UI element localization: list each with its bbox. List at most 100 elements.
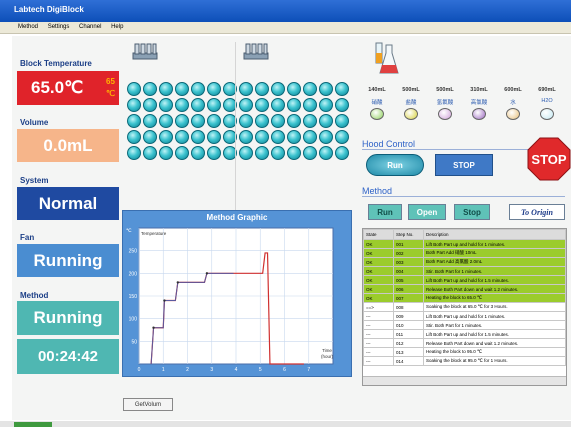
step-table-container[interactable]: State Step No. Description OK 001 Lift Bot… [362,228,567,386]
sample-grid-left [127,82,238,162]
step-state: --- [363,320,394,330]
step-number: 013 [393,347,424,357]
reagent-indicator[interactable] [404,108,418,120]
hood-run-button[interactable]: Run [366,154,424,176]
method-stop-button[interactable]: Stop [454,204,490,220]
table-row[interactable]: OK 001 Lift Both Part up and hold for 1 mi… [363,239,566,249]
step-number: 001 [393,239,424,249]
horizontal-scrollbar[interactable] [363,376,566,385]
sample-well [207,130,221,144]
step-state: OK [363,257,394,267]
to-origin-button[interactable]: To Origin [509,204,565,220]
emergency-stop-button[interactable]: STOP [527,137,571,181]
reagent-indicator[interactable] [506,108,520,120]
sample-well [271,114,285,128]
step-description: Stir. Both Part for 1 minutes. [423,266,566,276]
reagent-volume: 600mL [504,87,522,93]
get-volume-button[interactable]: GetVolum [123,398,173,411]
menu-bar: Method Settings Channel Help [0,22,571,34]
sample-well [287,82,301,96]
x-tick-label: 3 [210,367,213,373]
table-row[interactable]: --- 010 Stir. Both Part for 1 minutes. [363,320,566,330]
reagent-indicator[interactable] [472,108,486,120]
stop-sign-text: STOP [531,152,566,167]
method-chart: 0 1 2 3 4 5 6 7 50 100 150 200 250 Temperature ℃ Time(h… [126,227,334,373]
column-header-step: Step No. [393,229,424,240]
sample-well [207,146,221,160]
method-label: Method [20,291,49,300]
method-section-label: Method [362,186,393,196]
sample-well [255,98,269,112]
step-description: Soaking the block at 95.0 ℃ for 1 Hours. [423,356,566,366]
menu-settings[interactable]: Settings [48,24,70,30]
step-description: Lift Both Part up and hold for 1.5 minut… [423,275,566,285]
chart-title: Method Graphic [206,213,268,222]
y-axis-unit: ℃ [126,228,132,234]
sample-grid-right [239,82,350,162]
volume-label: Volume [20,118,49,127]
table-row[interactable]: OK 007 Heating the block to 65.0 ℃ [363,293,566,303]
menu-help[interactable]: Help [111,24,123,30]
sample-well [127,98,141,112]
sample-well [175,146,189,160]
table-row[interactable]: OK 003 Both Part Add 高氯酸 2.0mL [363,257,566,267]
sample-well [255,130,269,144]
table-row[interactable]: OK 004 Stir. Both Part for 1 minutes. [363,266,566,276]
y-axis-label: Temperature [141,231,167,236]
step-number: 003 [393,257,424,267]
column-header-state: State [363,229,394,240]
sample-well [143,114,157,128]
sample-well [335,82,349,96]
reagent-volume: 140mL [368,87,386,93]
reagent-indicator[interactable] [370,108,384,120]
sample-well [127,114,141,128]
method-open-button[interactable]: Open [408,204,446,220]
sample-well [191,130,205,144]
table-row[interactable]: OK 002 Both Part Add 硝酸 10mL [363,248,566,258]
sample-well [159,82,173,96]
reagent-indicator[interactable] [438,108,452,120]
step-state: OK [363,248,394,258]
sample-well [191,98,205,112]
table-row[interactable]: --- 009 Lift Both Part up and hold for 1 m… [363,311,566,321]
table-row[interactable]: --- 014 Soaking the block at 95.0 ℃ for 1 … [363,356,566,366]
x-tick-label: 7 [307,367,310,373]
sample-well [319,82,333,96]
sample-well [335,114,349,128]
app-area: Block Temperature 65.0℃ 65 ℃ Volume 0.0mL… [12,36,571,420]
step-description: Both Part Add 高氯酸 2.0mL [423,257,566,267]
step-state: --- [363,347,394,357]
reagent-indicator[interactable] [540,108,554,120]
sample-well [303,114,317,128]
sample-well [143,130,157,144]
data-point [152,326,155,329]
hood-stop-button[interactable]: STOP [435,154,493,176]
table-row[interactable]: OK 005 Lift Both Part up and hold for 1.5 … [363,275,566,285]
sample-well [239,146,253,160]
sample-well [255,82,269,96]
data-point [176,281,179,284]
window-title: Labtech DigiBlock [0,0,571,22]
table-row[interactable]: --- 012 Release Both Part down and wait 1.… [363,338,566,348]
step-description: Soaking the block at 65.0 ℃ for 3 Hours. [423,302,566,312]
step-number: 010 [393,320,424,330]
step-description: Lift Both Part up and hold for 1 minutes… [423,239,566,249]
sample-well [207,82,221,96]
sample-well [319,114,333,128]
table-row[interactable]: --- 011 Lift Both Part up and hold for 1.5… [363,329,566,339]
table-row[interactable]: ==> 008 Soaking the block at 65.0 ℃ for 3 … [363,302,566,312]
sample-well [159,146,173,160]
step-description: Release Both Part down and wait 1.2 minu… [423,338,566,348]
step-number: 007 [393,293,424,303]
menu-channel[interactable]: Channel [79,24,101,30]
y-tick-label: 200 [129,271,138,277]
step-state: OK [363,266,394,276]
table-row[interactable]: --- 013 Heating the block to 95.0 ℃ [363,347,566,357]
status-indicator [14,422,52,427]
method-run-button[interactable]: Run [368,204,402,220]
x-tick-label: 5 [259,367,262,373]
menu-method[interactable]: Method [18,24,38,30]
step-number: 006 [393,284,424,294]
table-row[interactable]: OK 006 Release Both Part down and wait 1.2… [363,284,566,294]
sample-well [239,98,253,112]
